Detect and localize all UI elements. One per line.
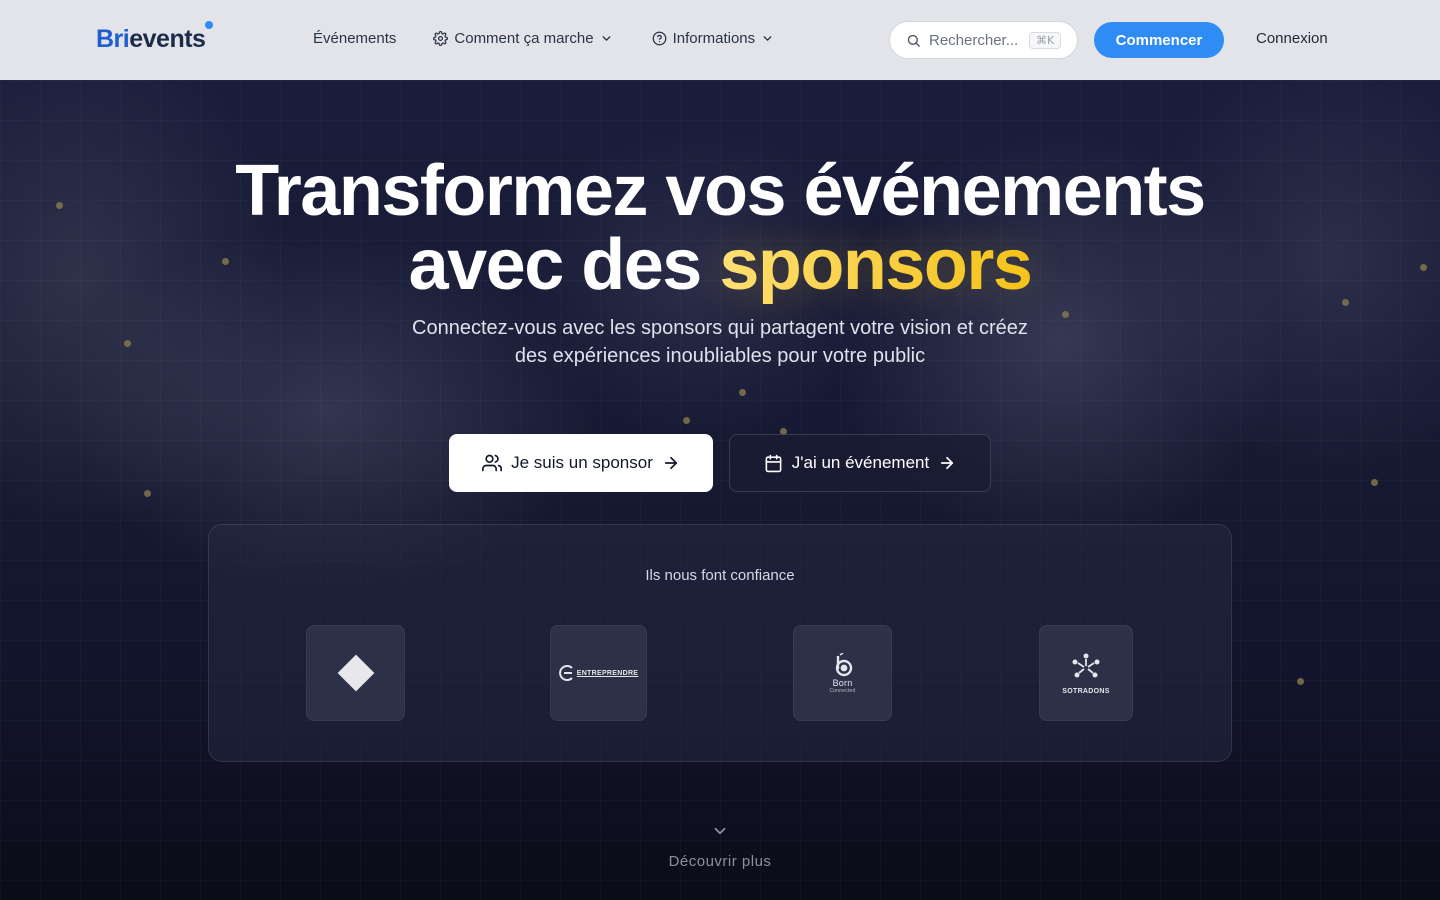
hero-headline-line1: Transformez vos événements (235, 151, 1206, 231)
partner-logo-diamond (306, 625, 405, 721)
partner-logo-entreprendre: ENTREPRENDRE (550, 625, 647, 721)
help-circle-icon (652, 31, 666, 46)
search-icon (907, 34, 920, 47)
brand-logo-suffix: events (129, 25, 206, 53)
event-button-label: J'ai un événement (791, 453, 930, 472)
nav-item-label: Informations (672, 30, 756, 47)
decorative-particle (144, 490, 151, 497)
arrow-right-icon (941, 456, 954, 470)
sponsor-button[interactable]: Je suis un sponsor (449, 434, 713, 492)
partner-logo-born: Born Connected (793, 625, 892, 721)
search-input[interactable] (929, 31, 1021, 49)
chevron-down-icon (763, 36, 772, 41)
nav-item-label: Événements (313, 30, 397, 47)
hero-subheading-line1: Connectez-vous avec les sponsors qui par… (412, 317, 1028, 339)
hero-subheading: Connectez-vous avec les sponsors qui par… (370, 314, 1070, 370)
decorative-particle (124, 340, 131, 347)
top-navbar: Brievents Événements Comment ça marche I… (0, 0, 1440, 80)
brand-logo[interactable]: Brievents (96, 21, 214, 54)
search-shortcut-badge: ⌘K (1029, 31, 1062, 49)
decorative-particle (683, 417, 690, 424)
login-link[interactable]: Connexion (1256, 30, 1328, 47)
decorative-particle (739, 389, 746, 396)
arrow-right-icon (664, 456, 677, 470)
born-logo-subtext: Connected (829, 687, 856, 694)
discover-more-label: Découvrir plus (668, 853, 772, 870)
hero-headline: Transformez vos événements avec des spon… (0, 154, 1440, 302)
hero-headline-line2: avec des (408, 225, 720, 305)
diamond-logo-icon (337, 654, 374, 692)
users-icon (482, 454, 503, 472)
sotradons-logo-icon (1072, 653, 1100, 677)
entreprendre-logo-icon (558, 665, 573, 681)
partner-logo-sotradons: SOTRADONS (1039, 625, 1133, 721)
nav-item-comment-ca-marche[interactable]: Comment ça marche (433, 30, 612, 47)
discover-more[interactable]: Découvrir plus (0, 822, 1440, 870)
born-logo-icon (835, 652, 852, 676)
trusted-by-panel: Ils nous font confiance ENTREPRENDRE Bor… (208, 524, 1232, 762)
decorative-particle (1297, 678, 1304, 685)
chevron-down-icon (714, 827, 726, 835)
search-box[interactable]: ⌘K (889, 21, 1078, 59)
sponsor-button-label: Je suis un sponsor (511, 453, 653, 472)
hero-subheading-line2: des expériences inoubliables pour votre … (514, 345, 926, 367)
gear-icon (433, 31, 449, 46)
event-button[interactable]: J'ai un événement (729, 434, 991, 492)
hero-headline-accent: sponsors (719, 225, 1033, 305)
nav-item-informations[interactable]: Informations (652, 30, 775, 47)
calendar-icon (765, 454, 782, 472)
entreprendre-logo-text: ENTREPRENDRE (576, 669, 639, 677)
decorative-particle (1371, 479, 1378, 486)
brand-logo-prefix: Bri (96, 25, 130, 53)
hero-section: Transformez vos événements avec des spon… (0, 80, 1440, 900)
born-logo-text: Born (832, 677, 853, 688)
main-nav: Événements Comment ça marche Information… (313, 30, 774, 47)
sotradons-logo-text: SOTRADONS (1062, 687, 1110, 695)
brand-logo-dot (205, 21, 214, 29)
nav-item-evenements[interactable]: Événements (313, 30, 396, 47)
trusted-by-title: Ils nous font confiance (645, 567, 795, 584)
start-button[interactable]: Commencer (1094, 22, 1224, 58)
chevron-down-icon (602, 36, 611, 41)
nav-item-label: Comment ça marche (454, 30, 594, 47)
